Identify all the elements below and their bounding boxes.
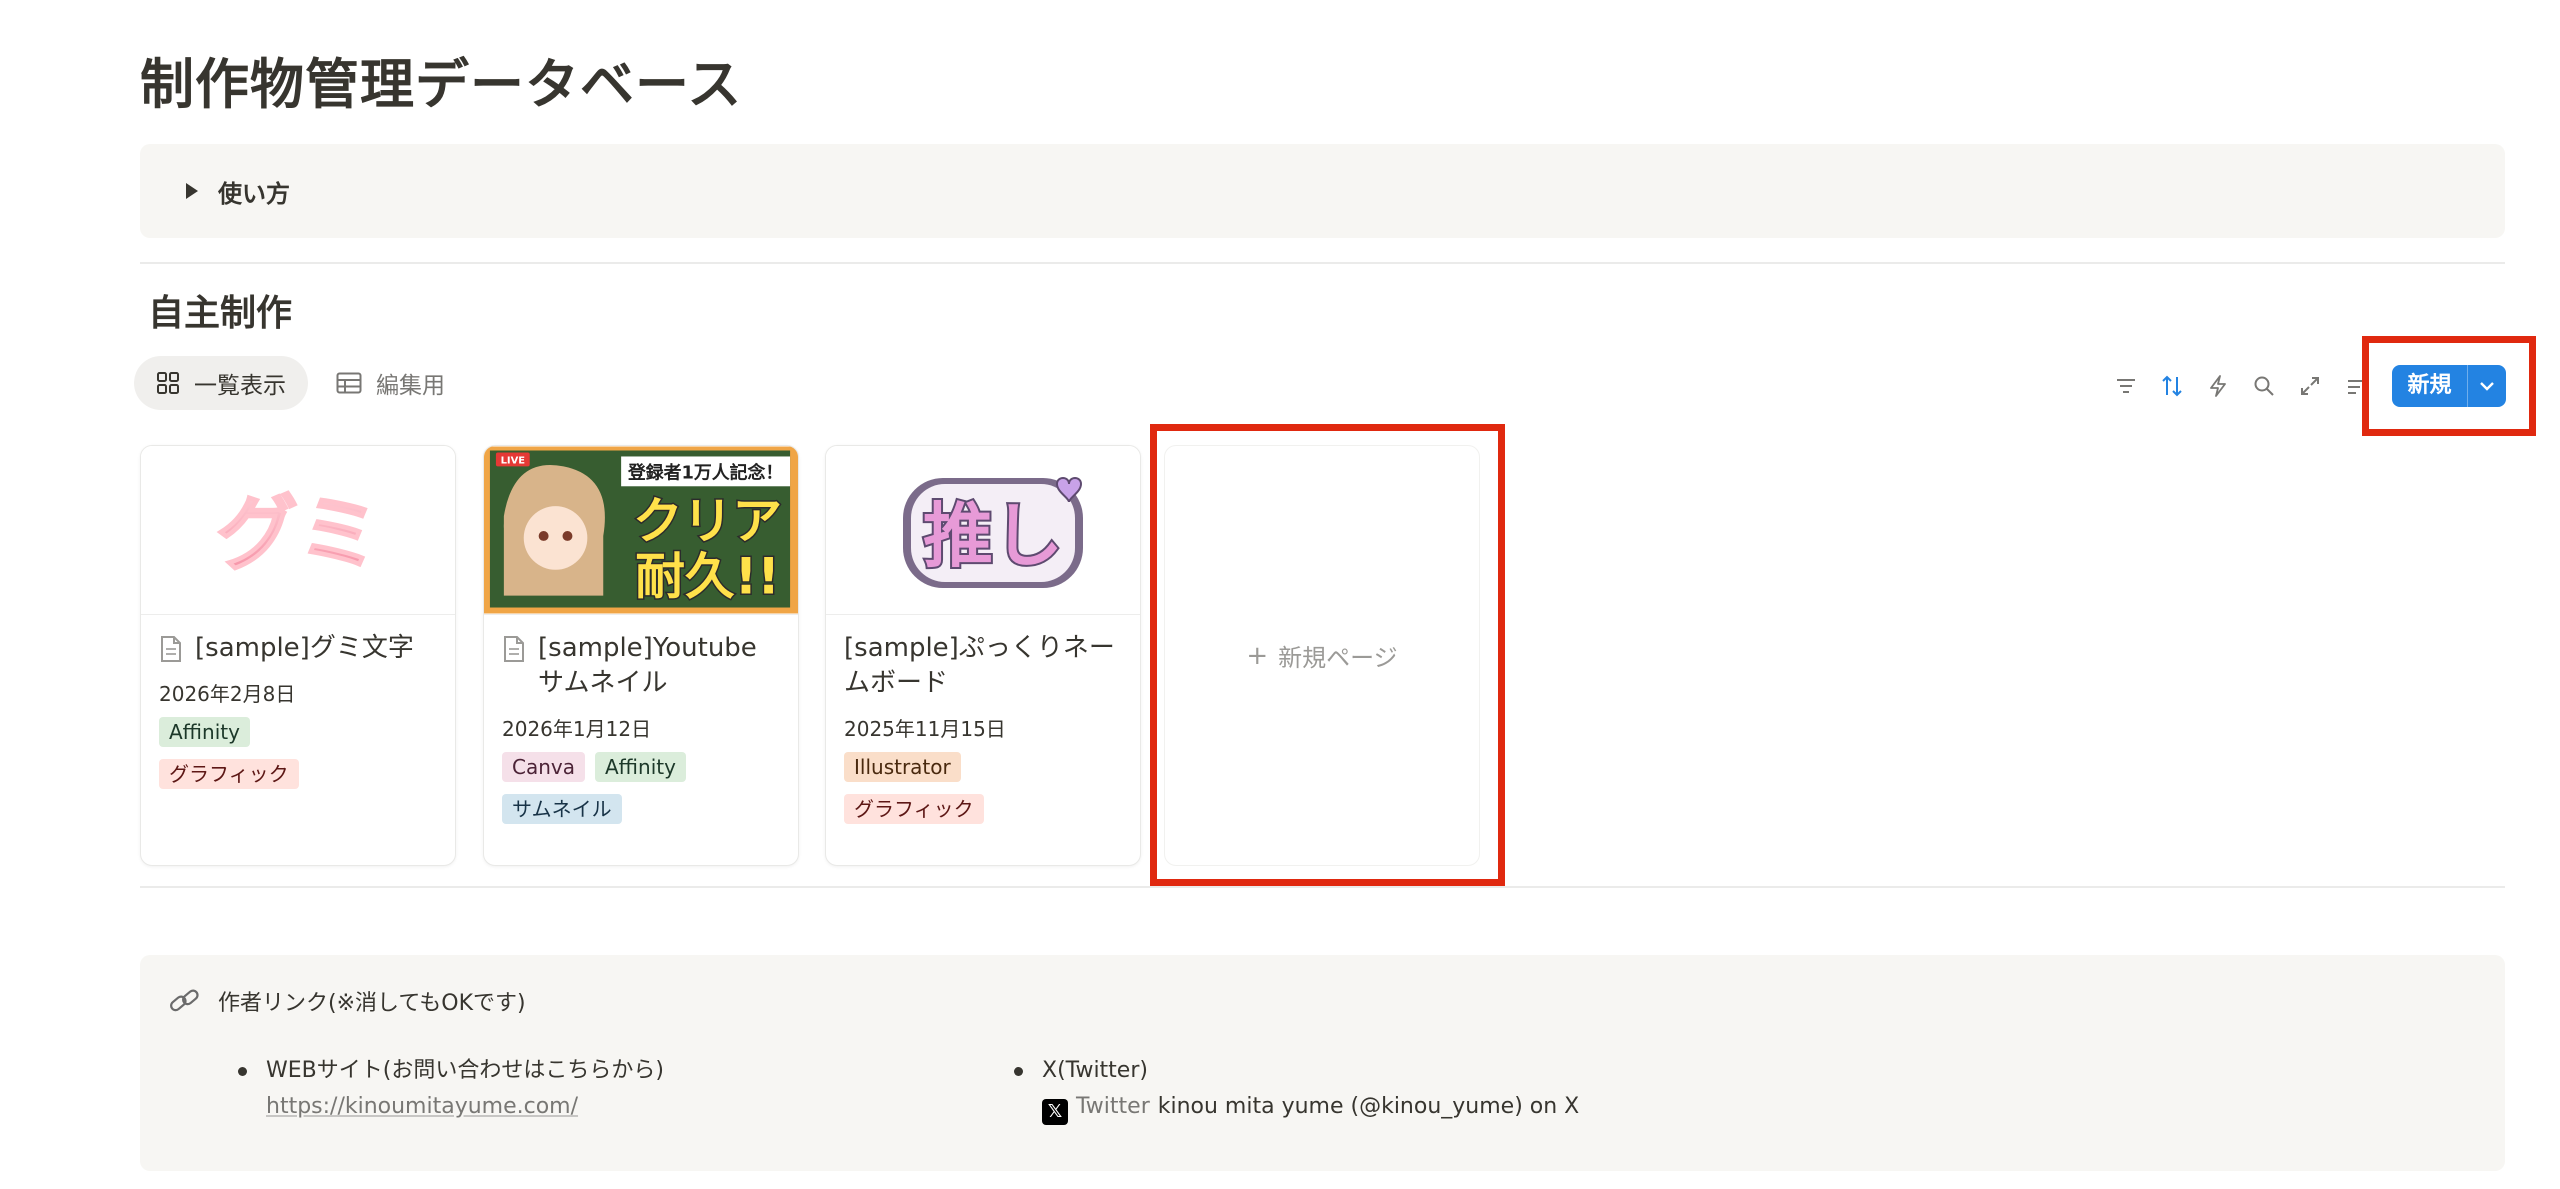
x-logo-icon: 𝕏 <box>1042 1099 1068 1125</box>
card-date: 2026年2月8日 <box>159 682 296 706</box>
expand-icon[interactable] <box>2290 366 2330 406</box>
search-icon[interactable] <box>2244 366 2284 406</box>
tag: グラフィック <box>844 794 984 824</box>
cover-text: グミ <box>216 487 380 582</box>
list-item: X(Twitter) 𝕏 Twitter kinou mita yume (@kin… <box>1014 1053 1579 1125</box>
cover-line1: クリア <box>633 492 782 550</box>
twitter-mention-link[interactable]: 𝕏 Twitter kinou mita yume (@kinou_yume) on… <box>1042 1089 1579 1125</box>
card-cover-image: 推し <box>903 477 1083 588</box>
link-icon <box>170 989 199 1012</box>
section-title: 自主制作 <box>148 293 293 334</box>
divider <box>140 886 2505 888</box>
tab-label: 編集用 <box>376 373 445 399</box>
link-label: X(Twitter) <box>1042 1058 1148 1083</box>
page-title: 制作物管理データベース <box>140 53 743 116</box>
website-link[interactable]: https://kinoumitayume.com/ <box>266 1089 664 1125</box>
table-icon <box>336 372 362 394</box>
mention-source: Twitter <box>1076 1094 1150 1119</box>
card-date: 2025年11月15日 <box>844 717 1006 741</box>
sort-icon[interactable] <box>2152 366 2192 406</box>
tag: Illustrator <box>844 752 961 782</box>
toggle-arrow-icon[interactable] <box>186 183 198 199</box>
tag: Canva <box>502 752 585 782</box>
toggle-block-usage[interactable]: 使い方 <box>140 144 2505 238</box>
tab-gallery-view[interactable]: 一覧表示 <box>134 356 308 410</box>
bullet-dot <box>238 1067 247 1076</box>
callout-title: 作者リンク(※消してもOKです) <box>218 991 526 1016</box>
cover-banner: 登録者1万人記念！ <box>627 461 783 483</box>
page-icon <box>161 636 181 662</box>
link-label: WEBサイト(お問い合わせはこちらから) <box>266 1058 664 1083</box>
card-cover: グミ <box>141 446 455 615</box>
card-date: 2026年1月12日 <box>502 717 652 741</box>
gallery-card[interactable]: 推し [sample]ぷっくりネームボード 2025年11月15日 Illust… <box>825 445 1141 866</box>
card-title: [sample]ぷっくりネームボード <box>844 633 1115 698</box>
page-icon <box>504 636 524 662</box>
tag: Affinity <box>595 752 686 782</box>
database-toolbar <box>2106 366 2382 406</box>
card-cover-image: グミ <box>215 486 381 583</box>
toggle-label: 使い方 <box>218 179 290 208</box>
card-cover-image: LIVE 登録者1万人記念！ クリア 耐久!! <box>484 446 798 614</box>
bullet-dot <box>1014 1067 1023 1076</box>
card-cover: 推し <box>826 446 1140 615</box>
card-cover: LIVE 登録者1万人記念！ クリア 耐久!! <box>484 446 798 615</box>
divider <box>140 262 2505 264</box>
callout-author-links: 作者リンク(※消してもOKです) WEBサイト(お問い合わせはこちらから) ht… <box>140 955 2505 1171</box>
card-title: [sample]Youtubeサムネイル <box>538 633 757 698</box>
tag: グラフィック <box>159 759 299 789</box>
tag: サムネイル <box>502 794 622 824</box>
gallery-card[interactable]: LIVE 登録者1万人記念！ クリア 耐久!! [sample]Youtubeサ… <box>483 445 799 866</box>
highlight-box <box>2362 336 2536 436</box>
tag: Affinity <box>159 717 250 747</box>
tab-table-view[interactable]: 編集用 <box>314 356 467 410</box>
gallery-card[interactable]: グミ [sample]グミ文字 2026年2月8日 Affinity グラフィッ… <box>140 445 456 866</box>
automation-icon[interactable] <box>2198 366 2238 406</box>
mention-text: kinou mita yume (@kinou_yume) on X <box>1157 1094 1580 1119</box>
gallery-icon <box>157 372 179 394</box>
cover-badge: LIVE <box>501 455 526 466</box>
card-title: [sample]グミ文字 <box>195 633 414 663</box>
list-item: WEBサイト(お問い合わせはこちらから) https://kinoumitayu… <box>238 1053 664 1125</box>
tab-label: 一覧表示 <box>194 373 286 399</box>
highlight-box <box>1150 424 1505 886</box>
filter-icon[interactable] <box>2106 366 2146 406</box>
cover-text: 推し <box>923 495 1063 577</box>
cover-line2: 耐久!! <box>635 548 780 606</box>
